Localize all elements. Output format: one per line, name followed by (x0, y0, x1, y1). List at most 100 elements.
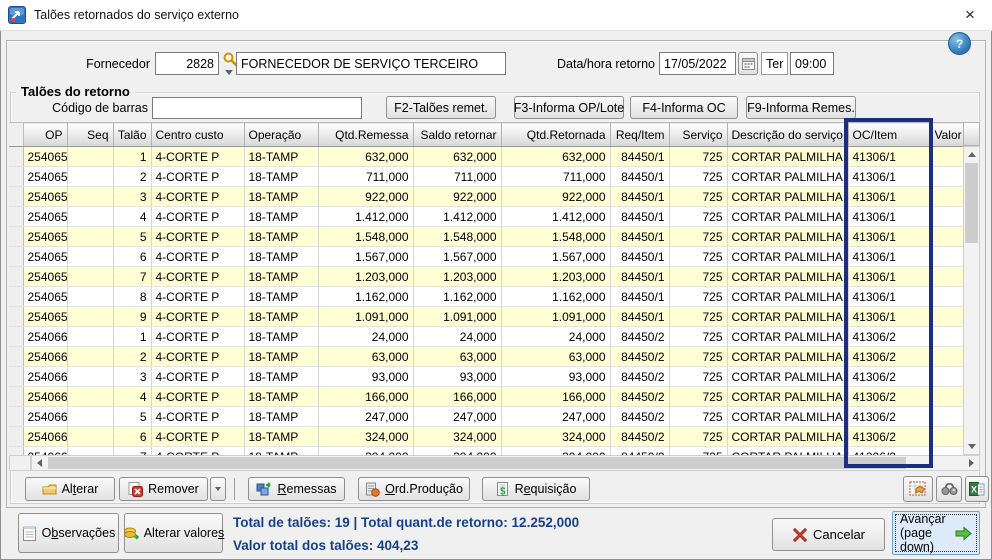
table-row[interactable]: 25406594-CORTE P18-TAMP1.091,0001.091,00… (9, 307, 963, 327)
column-header[interactable]: Serviço (669, 123, 727, 147)
column-header[interactable]: Valor (930, 123, 963, 147)
column-header[interactable]: Qtd.Retornada (501, 123, 610, 147)
external-service-return-dialog: { "window": { "title": "Talões retornado… (0, 0, 992, 560)
observacoes-button[interactable]: Observações (18, 513, 119, 553)
table-row[interactable]: 25406534-CORTE P18-TAMP922,000922,000922… (9, 187, 963, 207)
avancar-button[interactable]: Avançar (page down) (892, 511, 980, 555)
f4-informa-oc-button[interactable]: F4-Informa OC (630, 96, 738, 119)
cell: 18-TAMP (244, 427, 318, 447)
column-header[interactable]: Qtd.Remessa (318, 123, 413, 147)
table-row[interactable]: 25406544-CORTE P18-TAMP1.412,0001.412,00… (9, 207, 963, 227)
cell: 725 (669, 207, 727, 227)
scroll-right-button[interactable] (964, 456, 979, 470)
row-selector[interactable] (9, 427, 23, 447)
row-selector[interactable] (9, 207, 23, 227)
grid-export-button[interactable] (903, 476, 933, 502)
cell: 84450/1 (610, 307, 669, 327)
table-row[interactable]: 25406674-CORTE P18-TAMP394,000394,000394… (9, 447, 963, 456)
cancelar-button[interactable]: Cancelar (772, 518, 885, 551)
table-row[interactable]: 25406644-CORTE P18-TAMP166,000166,000166… (9, 387, 963, 407)
column-header[interactable]: Req/Item (610, 123, 669, 147)
requisicao-button[interactable]: $ Requisição (482, 477, 590, 501)
table-row[interactable]: 25406654-CORTE P18-TAMP247,000247,000247… (9, 407, 963, 427)
row-selector[interactable] (9, 387, 23, 407)
table-row[interactable]: 25406574-CORTE P18-TAMP1.203,0001.203,00… (9, 267, 963, 287)
horizontal-scroll-thumb[interactable] (48, 457, 906, 469)
return-time-field[interactable] (790, 52, 834, 75)
table-row[interactable]: 25406634-CORTE P18-TAMP93,00093,00093,00… (9, 367, 963, 387)
cell: 18-TAMP (244, 247, 318, 267)
row-selector[interactable] (9, 227, 23, 247)
column-header[interactable]: Descrição do serviço (727, 123, 848, 147)
table-row[interactable]: 25406554-CORTE P18-TAMP1.548,0001.548,00… (9, 227, 963, 247)
cell: 93,000 (413, 367, 501, 387)
table-row[interactable]: 25406564-CORTE P18-TAMP1.567,0001.567,00… (9, 247, 963, 267)
scroll-down-button[interactable] (964, 439, 979, 454)
alterar-button[interactable]: Alterar (25, 477, 115, 501)
cell: 63,000 (501, 347, 610, 367)
fornecedor-name-field[interactable] (236, 52, 506, 75)
row-selector[interactable] (9, 327, 23, 347)
fornecedor-code-field[interactable] (155, 52, 219, 75)
column-header[interactable]: Saldo retornar (413, 123, 501, 147)
return-date-field[interactable] (659, 52, 736, 75)
row-selector[interactable] (9, 287, 23, 307)
row-selector[interactable] (9, 407, 23, 427)
cell: 324,000 (318, 427, 413, 447)
f3-informa-op-lote-button[interactable]: F3-Informa OP/Lote (514, 96, 624, 119)
cell: 4-CORTE P (151, 427, 244, 447)
remover-button[interactable]: Remover (119, 477, 208, 501)
cell (930, 147, 963, 167)
row-selector[interactable] (9, 307, 23, 327)
column-header[interactable]: Talão (113, 123, 151, 147)
cell: 725 (669, 247, 727, 267)
column-header[interactable]: Seq (67, 123, 113, 147)
cell: 4-CORTE P (151, 207, 244, 227)
f9-informa-remes-button[interactable]: F9-Informa Remes. (746, 96, 856, 119)
row-selector[interactable] (9, 367, 23, 387)
cell: CORTAR PALMILHA (727, 267, 848, 287)
f2-taloes-remet-button[interactable]: F2-Talões remet. (386, 96, 496, 119)
calendar-button[interactable] (738, 52, 758, 75)
cell: 4-CORTE P (151, 247, 244, 267)
cell: 84450/2 (610, 347, 669, 367)
column-header[interactable]: Centro custo (151, 123, 244, 147)
table-row[interactable]: 25406524-CORTE P18-TAMP711,000711,000711… (9, 167, 963, 187)
column-header[interactable]: OP (23, 123, 67, 147)
binoculars-icon (941, 482, 958, 496)
close-button[interactable]: × (956, 3, 984, 27)
cell: 84450/2 (610, 387, 669, 407)
cell (67, 327, 113, 347)
scroll-up-button[interactable] (964, 147, 979, 162)
remessas-button[interactable]: Remessas (248, 477, 345, 501)
search-grid-button[interactable] (936, 476, 962, 502)
barcode-input[interactable] (152, 97, 362, 119)
cell: 1.567,000 (501, 247, 610, 267)
ord-producao-button[interactable]: Ord.Produção (358, 477, 470, 501)
table-row[interactable]: 25406614-CORTE P18-TAMP24,00024,00024,00… (9, 327, 963, 347)
scroll-left-button[interactable] (32, 456, 47, 470)
vertical-scroll-thumb[interactable] (965, 163, 978, 243)
row-selector[interactable] (9, 187, 23, 207)
row-selector[interactable] (9, 147, 23, 167)
table-row[interactable]: 25406584-CORTE P18-TAMP1.162,0001.162,00… (9, 287, 963, 307)
production-order-icon (365, 482, 380, 497)
table-row[interactable]: 25406664-CORTE P18-TAMP324,000324,000324… (9, 427, 963, 447)
column-header[interactable]: Operação (244, 123, 318, 147)
help-icon[interactable]: ? (948, 32, 971, 55)
row-selector[interactable] (9, 347, 23, 367)
horizontal-scrollbar[interactable] (31, 455, 980, 471)
alterar-valores-button[interactable]: Alterar valores (124, 513, 223, 553)
row-selector[interactable] (9, 247, 23, 267)
column-header[interactable]: OC/Item (848, 123, 930, 147)
table-row[interactable]: 25406514-CORTE P18-TAMP632,000632,000632… (9, 147, 963, 167)
cell: 7 (113, 447, 151, 456)
remover-dropdown-button[interactable] (210, 477, 226, 501)
fornecedor-dropdown-icon[interactable] (225, 70, 233, 75)
vertical-scrollbar[interactable] (963, 146, 980, 455)
table-row[interactable]: 25406624-CORTE P18-TAMP63,00063,00063,00… (9, 347, 963, 367)
excel-export-button[interactable]: X (965, 476, 989, 502)
row-selector[interactable] (9, 267, 23, 287)
row-selector[interactable] (9, 447, 23, 456)
row-selector[interactable] (9, 167, 23, 187)
